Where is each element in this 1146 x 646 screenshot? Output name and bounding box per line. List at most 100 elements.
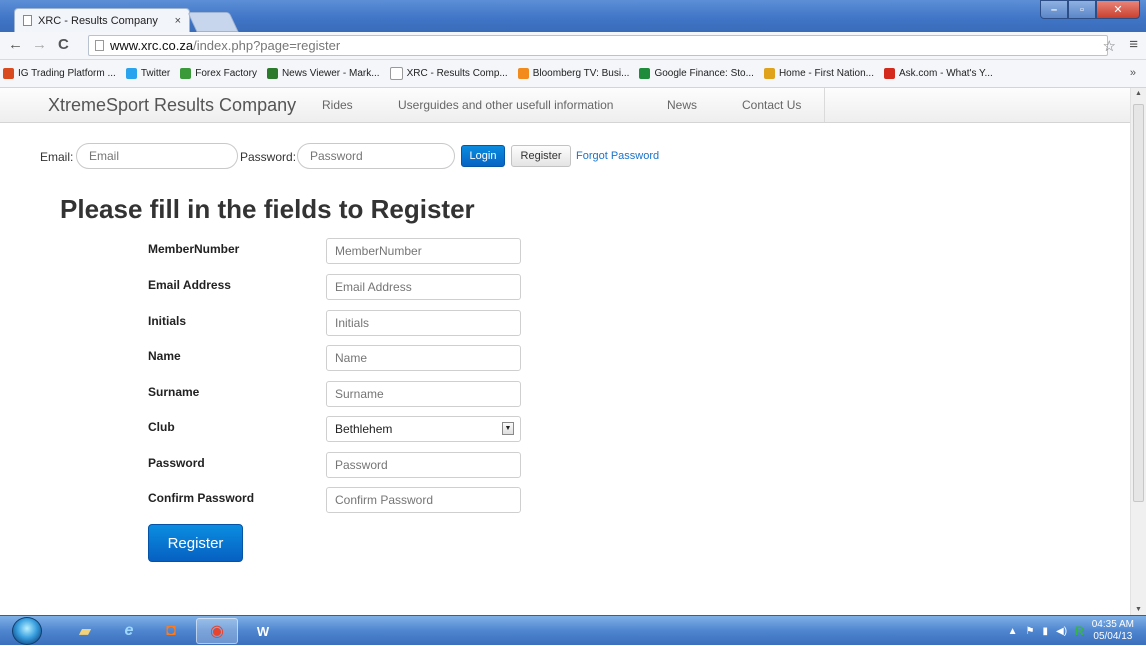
register-submit-button[interactable]: Register [148,524,243,562]
surname-input[interactable] [326,381,521,407]
site-brand[interactable]: XtremeSport Results Company [48,95,296,116]
windows-taskbar: ▰ e ◘ ◉ W ▲ ⚑ ▮ ◀) R 04:35 AM 05/04/13 [0,615,1146,645]
ask-icon [883,68,895,79]
login-email-input[interactable] [76,143,238,169]
nav-contact-us[interactable]: Contact Us [742,98,801,112]
form-row-confirm-password: Confirm Password [0,487,600,521]
form-row-password: Password [0,452,600,486]
scroll-down-icon[interactable]: ▼ [1135,606,1142,613]
bookmark-item[interactable]: Google Finance: Sto... [639,68,754,79]
name-label: Name [148,349,181,363]
bookmark-item[interactable]: Ask.com - What's Y... [883,68,993,79]
nav-divider [824,88,825,122]
clock-time: 04:35 AM [1091,619,1134,630]
password-field-label: Password [148,456,205,470]
form-row-club: Club Bethlehem ▼ [0,416,600,450]
top-register-button[interactable]: Register [511,145,571,167]
volume-icon[interactable]: ◀) [1056,626,1067,637]
start-button[interactable] [12,617,42,645]
bookmark-item[interactable]: Home - First Nation... [763,68,874,79]
scroll-up-icon[interactable]: ▲ [1135,90,1142,97]
club-select-value: Bethlehem [335,422,393,436]
scrollbar-thumb[interactable] [1133,104,1144,502]
nav-rides[interactable]: Rides [322,98,353,112]
url-host: www.xrc.co.za [110,38,194,53]
email-address-label: Email Address [148,278,231,292]
bookmark-star-icon[interactable]: ☆ [1103,37,1116,55]
internet-explorer-icon[interactable]: e [108,618,150,644]
media-player-icon[interactable]: ◘ [150,618,192,644]
bookmarks-more-icon[interactable]: » [1130,67,1136,79]
initials-input[interactable] [326,310,521,336]
bookmark-item[interactable]: Bloomberg TV: Busi... [517,68,630,79]
login-button[interactable]: Login [461,145,505,167]
word-icon[interactable]: W [242,618,284,644]
bookmark-label: Bloomberg TV: Busi... [532,68,630,79]
reload-icon[interactable]: C [58,37,69,53]
email-address-input[interactable] [326,274,521,300]
nav-news[interactable]: News [667,98,697,112]
tray-app-icon[interactable]: R [1075,624,1084,638]
tray-expand-icon[interactable]: ▲ [1008,626,1018,637]
bookmarks-bar: IG Trading Platform ... Twitter Forex Fact… [0,60,1146,88]
bookmark-label: Ask.com - What's Y... [898,68,993,79]
chevron-down-icon[interactable]: ▼ [502,422,514,435]
ig-icon [3,68,14,79]
fnb-icon [763,68,775,79]
google-finance-icon [639,68,651,79]
window-controls: – ▫ ✕ [1040,0,1140,19]
email-label: Email: [40,150,74,164]
membernumber-input[interactable] [326,238,521,264]
club-select[interactable]: Bethlehem ▼ [326,416,521,442]
signal-icon[interactable]: ▮ [1043,626,1049,637]
page-icon [389,67,403,80]
address-bar: ← → C www.xrc.co.za/index.php?page=regis… [0,32,1146,60]
bookmark-item[interactable]: Forex Factory [180,68,257,79]
new-tab-button[interactable] [187,12,239,32]
name-input[interactable] [326,345,521,371]
network-flag-icon[interactable]: ⚑ [1026,626,1035,637]
surname-label: Surname [148,385,200,399]
back-arrow-icon[interactable]: ← [8,37,23,53]
form-row-membernumber: MemberNumber [0,238,600,272]
url-path: /index.php?page=register [193,38,341,53]
bookmark-label: Home - First Nation... [778,68,874,79]
system-clock[interactable]: 04:35 AM 05/04/13 [1092,619,1134,643]
form-row-email: Email Address [0,274,600,308]
chrome-icon[interactable]: ◉ [196,618,238,644]
forward-arrow-icon[interactable]: → [32,37,47,53]
form-row-initials: Initials [0,310,600,344]
bookmark-label: Google Finance: Sto... [654,68,754,79]
menu-icon[interactable]: ≡ [1129,36,1138,53]
bookmark-label: XRC - Results Comp... [406,68,508,79]
window-titlebar: XRC - Results Company × – ▫ ✕ [0,0,1146,32]
bookmark-item[interactable]: News Viewer - Mark... [266,68,380,79]
bookmark-item[interactable]: Twitter [125,68,170,79]
minimize-button[interactable]: – [1040,0,1068,19]
forgot-password-link[interactable]: Forgot Password [576,150,659,162]
club-label: Club [148,420,175,434]
url-input[interactable]: www.xrc.co.za/index.php?page=register [88,35,1108,56]
maximize-button[interactable]: ▫ [1068,0,1096,19]
form-row-surname: Surname [0,381,600,415]
page-scrollbar[interactable]: ▲ ▼ [1130,88,1146,615]
tab-title: XRC - Results Company [38,14,158,27]
bloomberg-icon [517,68,529,79]
system-tray: ▲ ⚑ ▮ ◀) R 04:35 AM 05/04/13 [946,616,1146,646]
browser-tab[interactable]: XRC - Results Company × [14,8,190,32]
explorer-folder-icon[interactable]: ▰ [64,618,106,644]
login-password-input[interactable] [297,143,455,169]
clock-date: 05/04/13 [1093,631,1133,642]
confirm-password-input[interactable] [326,487,521,513]
tab-close-icon[interactable]: × [175,15,181,27]
bookmark-item[interactable]: XRC - Results Comp... [389,67,508,80]
close-window-button[interactable]: ✕ [1096,0,1140,19]
page-title: Please fill in the fields to Register [60,194,475,224]
initials-label: Initials [148,314,187,328]
bookmark-item[interactable]: IG Trading Platform ... [3,68,116,79]
nav-userguides[interactable]: Userguides and other usefull information [398,98,613,112]
confirm-password-label: Confirm Password [148,491,255,505]
page-viewport: XtremeSport Results Company Rides Usergu… [0,88,1130,615]
password-input[interactable] [326,452,521,478]
bookmark-label: Forex Factory [195,68,257,79]
